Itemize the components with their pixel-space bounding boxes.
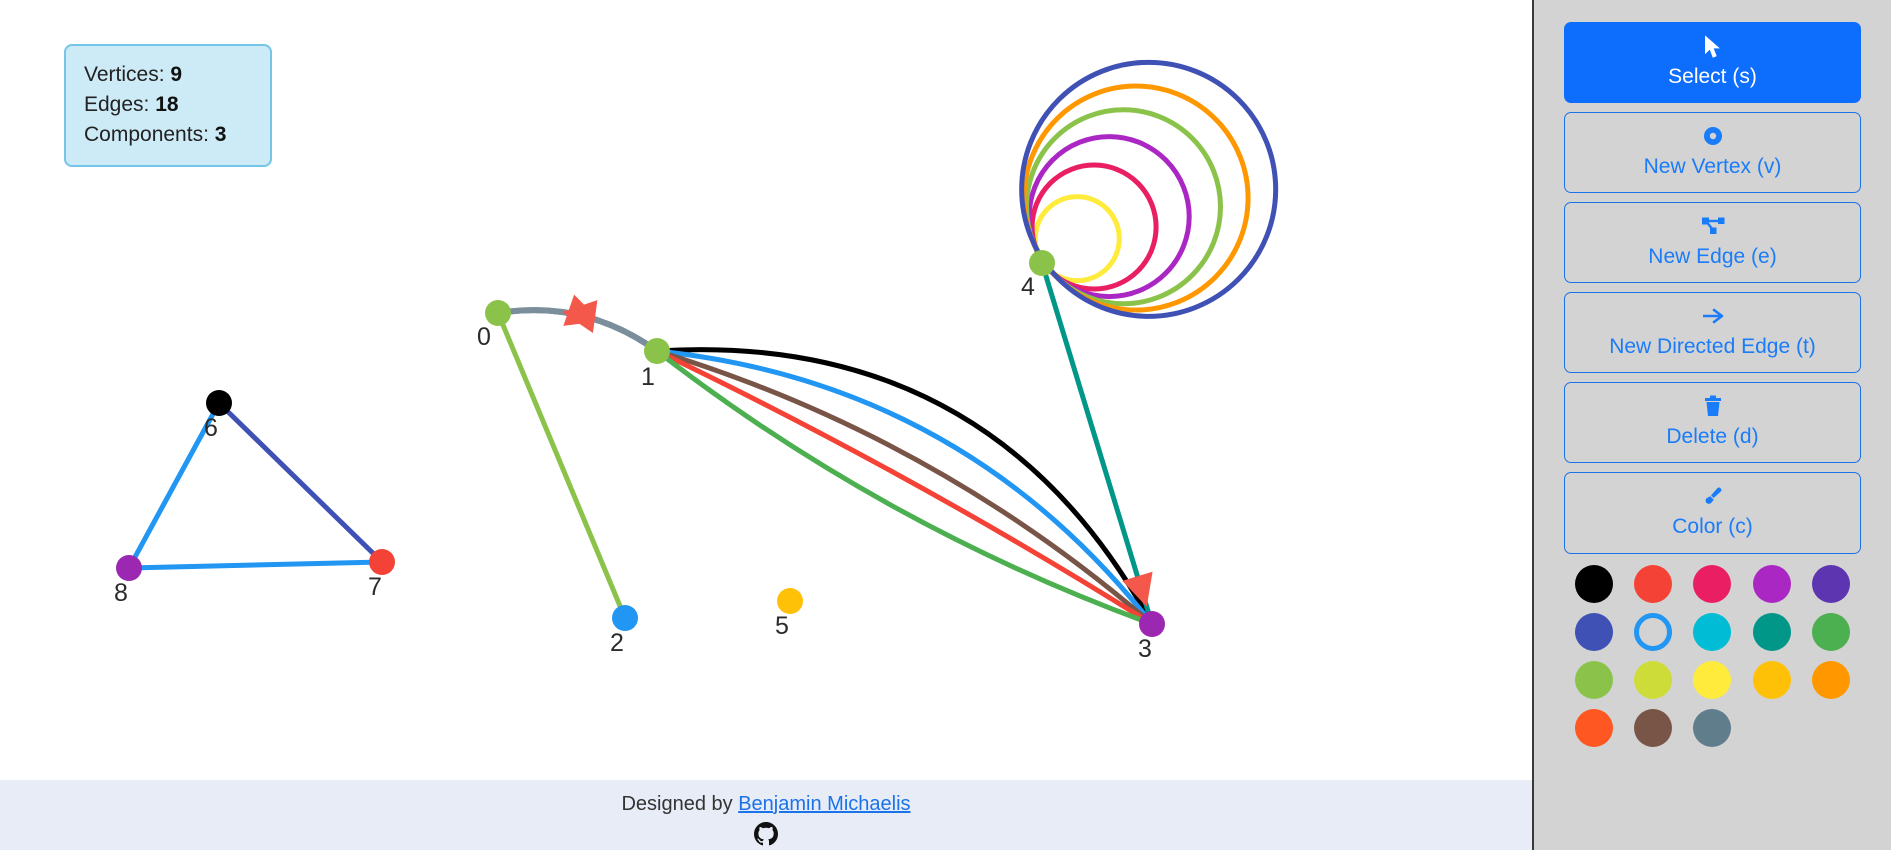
footer-credit: Designed by Benjamin Michaelis [0,793,1532,816]
cursor-arrow-icon [1565,35,1860,61]
vertex-label-6: 6 [204,414,218,442]
edge-1-3[interactable] [654,348,1155,627]
tool-sidebar: Select (s) New Vertex (v) New Edge (e) N… [1532,0,1891,850]
tool-new-edge-button[interactable]: New Edge (e) [1564,202,1861,284]
vertex-label-0: 0 [477,323,491,351]
designer-link[interactable]: Benjamin Michaelis [738,793,910,815]
color-swatch-lime[interactable] [1634,660,1673,699]
vertex-8[interactable] [116,555,142,581]
edge-1-3[interactable] [654,348,1155,627]
paintbrush-icon [1565,485,1860,511]
vertices-stat: Vertices: 9 [84,60,252,90]
tool-delete-button[interactable]: Delete (d) [1564,382,1861,464]
color-swatch-light-blue[interactable] [1693,612,1732,651]
color-swatch-green[interactable] [1812,612,1851,651]
edge-1-3[interactable] [654,348,1155,627]
vertex-2[interactable] [612,605,638,631]
color-swatch-black[interactable] [1574,564,1613,603]
tool-color-label: Color (c) [1672,515,1753,539]
arrow-right-icon [1565,305,1860,331]
vertex-label-4: 4 [1021,273,1035,301]
vertex-6[interactable] [206,390,232,416]
trash-icon [1565,395,1860,421]
components-stat: Components: 3 [84,120,252,150]
color-swatch-yellow[interactable] [1693,660,1732,699]
color-swatch-indigo[interactable] [1574,612,1613,651]
tool-new-vertex-label: New Vertex (v) [1643,155,1782,179]
tool-new-vertex-button[interactable]: New Vertex (v) [1564,112,1861,194]
color-swatch-purple[interactable] [1812,564,1851,603]
edges-label: Edges: [84,92,150,116]
graph-canvas[interactable]: 0 1 2 3 4 5 6 7 8 Vertices: 9 Edges: 18 Componen… [0,0,1532,850]
vertex-5[interactable] [777,588,803,614]
edges-value: 18 [155,92,179,116]
tool-select-button[interactable]: Select (s) [1564,22,1861,104]
edge-0-2[interactable] [495,310,628,621]
graph-editor-app: 0 1 2 3 4 5 6 7 8 Vertices: 9 Edges: 18 Componen… [0,0,1891,850]
tool-color-button[interactable]: Color (c) [1564,472,1861,554]
edge-4-4-loop[interactable] [1019,59,1279,319]
color-swatch-amber[interactable] [1752,660,1791,699]
color-swatch-orange[interactable] [1812,660,1851,699]
color-swatch-blue-grey[interactable] [1693,708,1732,747]
color-swatch-deep-orange[interactable] [1574,708,1613,747]
github-icon[interactable] [754,822,778,850]
tool-new-directed-edge-button[interactable]: New Directed Edge (t) [1564,292,1861,374]
color-swatch-brown[interactable] [1634,708,1673,747]
components-label: Components: [84,122,209,146]
footer-prefix: Designed by [621,793,739,815]
edge-6-7[interactable] [216,400,385,565]
color-swatch-pink[interactable] [1693,564,1732,603]
components-value: 3 [214,122,227,146]
color-swatch-light-green[interactable] [1574,660,1613,699]
vertex-3[interactable] [1139,611,1165,637]
vertex-label-5: 5 [775,612,789,640]
vertex-dot-icon [1565,125,1860,151]
tool-select-label: Select (s) [1668,65,1757,88]
vertices-value: 9 [170,63,183,86]
vertex-7[interactable] [369,549,395,575]
tool-new-edge-label: New Edge (e) [1648,245,1777,269]
tool-delete-label: Delete (d) [1666,425,1759,449]
page-footer: Designed by Benjamin Michaelis [0,780,1532,850]
color-palette [1564,564,1861,747]
vertex-1[interactable] [644,338,670,364]
color-swatch-teal[interactable] [1752,612,1791,651]
edge-node-icon [1565,215,1860,241]
vertex-label-8: 8 [114,579,128,607]
edge-1-3[interactable] [654,347,1155,627]
edge-1-3[interactable] [654,348,1155,627]
vertex-label-1: 1 [641,363,655,391]
tool-new-directed-edge-label: New Directed Edge (t) [1609,335,1816,359]
graph-stats-panel: Vertices: 9 Edges: 18 Components: 3 [64,44,272,168]
edge-8-7[interactable] [126,559,385,571]
color-swatch-blue[interactable] [1634,612,1673,651]
vertex-label-7: 7 [368,573,382,601]
color-swatch-magenta[interactable] [1752,564,1791,603]
vertices-label: Vertices: [84,63,165,86]
vertex-label-3: 3 [1138,635,1152,663]
vertex-label-2: 2 [610,629,624,657]
color-swatch-red[interactable] [1634,564,1673,603]
edges-stat: Edges: 18 [84,90,252,120]
